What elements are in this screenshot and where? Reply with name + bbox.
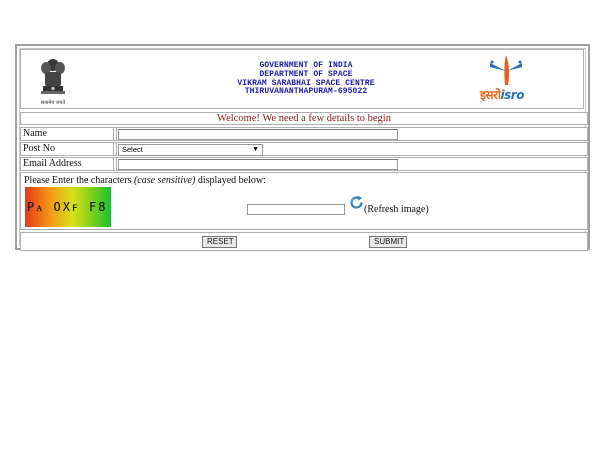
organization-heading: GOVERNMENT OF INDIA DEPARTMENT OF SPACE … [191, 61, 421, 97]
captcha-image: Pᴀ OXꜰ F8 [25, 187, 111, 227]
captcha-prompt-tail: displayed below: [195, 175, 266, 186]
emblem-caption: सत्यमेव जयते [40, 100, 66, 106]
isro-hindi-text: इसरो [480, 88, 501, 102]
captcha-prompt: Please Enter the characters (case sensit… [24, 175, 266, 186]
header: सत्यमेव जयते GOVERNMENT OF INDIA DEPARTM… [20, 49, 584, 109]
name-row: Name [20, 127, 588, 141]
email-label: Email Address [21, 158, 114, 170]
email-row: Email Address [20, 157, 588, 171]
post-value-cell: Select ▼ [116, 143, 587, 156]
post-label: Post No [21, 143, 114, 155]
refresh-image-link[interactable]: (Refresh image) [364, 204, 429, 215]
name-input[interactable] [118, 129, 398, 140]
refresh-icon[interactable] [349, 195, 364, 210]
isro-english-text: isro [500, 88, 525, 102]
captcha-input[interactable] [247, 204, 345, 215]
chevron-down-icon: ▼ [252, 146, 259, 153]
post-select[interactable]: Select ▼ [118, 144, 263, 156]
heading-line-4: THIRUVANANTHAPURAM-695022 [244, 87, 368, 97]
submit-button[interactable]: SUBMIT [369, 236, 407, 248]
email-value-cell [116, 158, 587, 170]
post-row: Post No Select ▼ [20, 142, 588, 156]
main-container: सत्यमेव जयते GOVERNMENT OF INDIA DEPARTM… [15, 44, 590, 251]
reset-button[interactable]: RESET [202, 236, 237, 248]
isro-logo-icon: इसरोisro [476, 53, 538, 107]
welcome-message: Welcome! We need a few details to begin [20, 112, 588, 125]
name-label: Name [21, 128, 114, 140]
captcha-characters: Pᴀ OXꜰ F8 [27, 200, 108, 214]
isro-wordmark: इसरोisro [480, 86, 524, 103]
email-input[interactable] [118, 159, 398, 170]
captcha-case-note: (case sensitive) [133, 175, 196, 186]
post-select-value: Select [122, 145, 143, 154]
captcha-prompt-text: Please Enter the characters [24, 175, 134, 186]
captcha-row: Please Enter the characters (case sensit… [20, 172, 588, 230]
name-value-cell [116, 128, 587, 140]
buttons-row: RESET SUBMIT [20, 232, 588, 251]
state-emblem-icon: सत्यमेव जयते [35, 54, 71, 106]
